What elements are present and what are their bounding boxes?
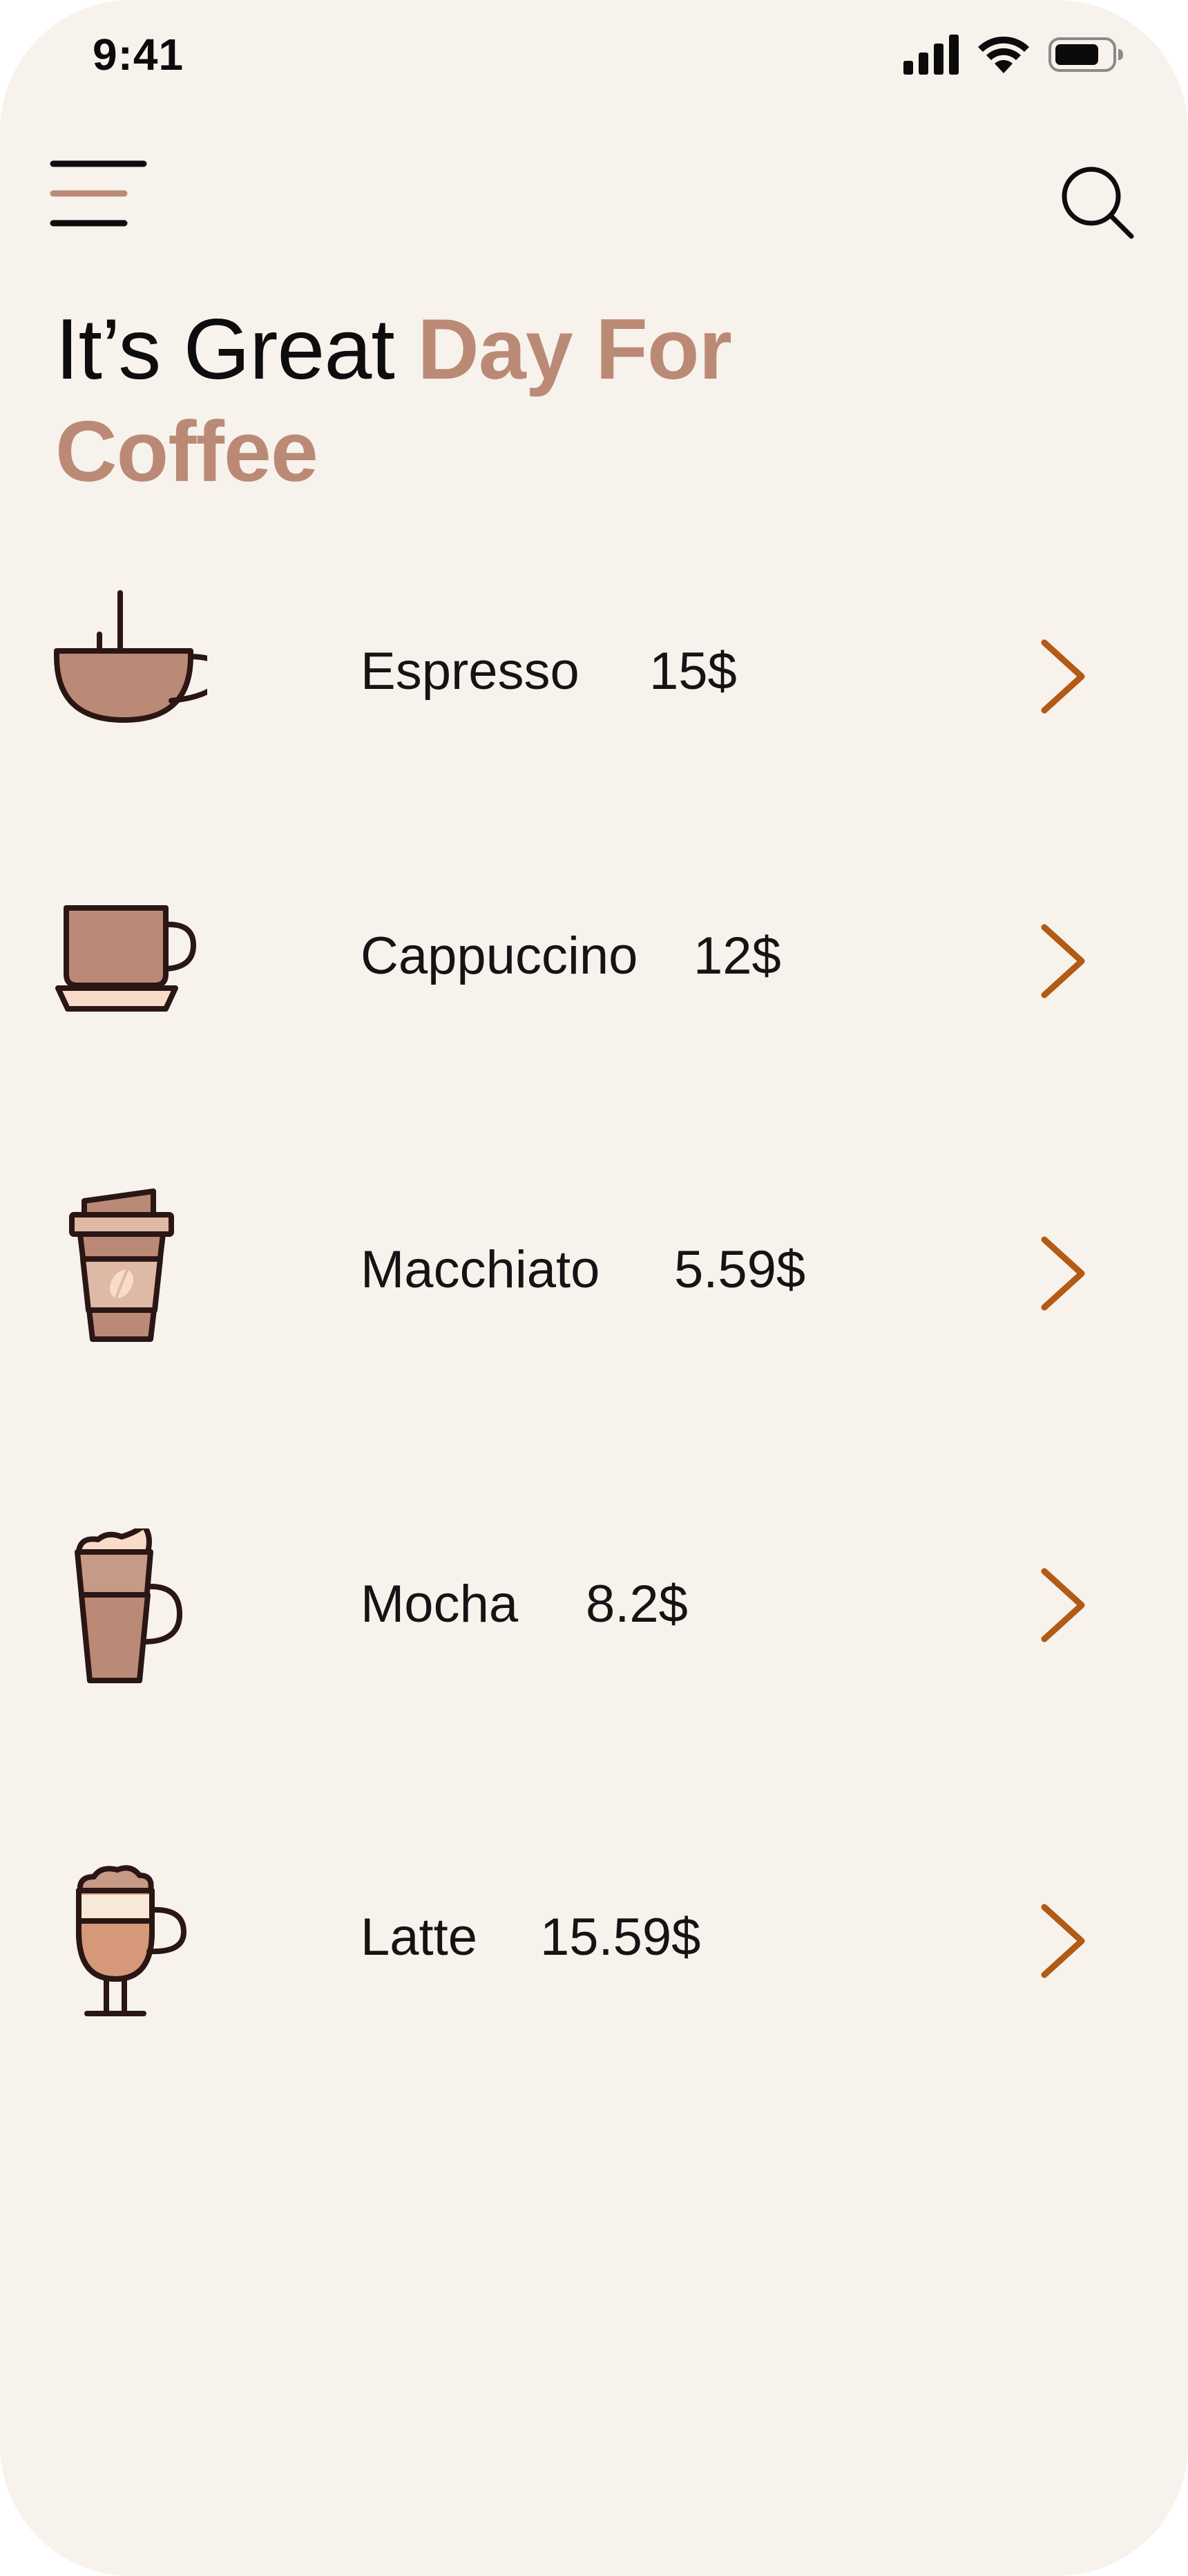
menu-item-name: Macchiato: [361, 1240, 600, 1299]
chevron-right-icon[interactable]: [1039, 1903, 1089, 1979]
menu-item-cappuccino[interactable]: Cappuccino 12$: [0, 871, 1188, 1050]
espresso-cup-icon: [54, 590, 207, 723]
status-icons: [903, 35, 1124, 75]
menu-item-price: 8.2$: [586, 1575, 688, 1633]
search-button[interactable]: [1057, 162, 1137, 242]
title-accent-line1: Day For: [417, 302, 732, 397]
chevron-right-icon[interactable]: [1039, 638, 1089, 714]
menu-item-price: 15.59$: [540, 1908, 701, 1967]
menu-item-name: Latte: [361, 1908, 478, 1967]
chevron-right-icon[interactable]: [1039, 1567, 1089, 1643]
menu-item-macchiato[interactable]: Macchiato 5.59$: [0, 1180, 1188, 1360]
cappuccino-cup-icon: [55, 905, 197, 1012]
hamburger-menu-icon: [50, 160, 147, 227]
menu-item-latte[interactable]: Latte 15.59$: [0, 1856, 1188, 2036]
title-accent-line2: Coffee: [55, 404, 318, 500]
search-icon: [1062, 167, 1134, 239]
menu-button[interactable]: [50, 158, 148, 229]
battery-icon: [1048, 37, 1123, 72]
takeaway-cup-icon: [69, 1188, 174, 1342]
phone-screen: 9:41 It’s Great Day For Coffee Espresso …: [0, 0, 1188, 2576]
menu-item-price: 12$: [693, 927, 781, 985]
menu-item-mocha[interactable]: Mocha 8.2$: [0, 1522, 1188, 1701]
status-time: 9:41: [93, 30, 184, 79]
chevron-right-icon[interactable]: [1039, 923, 1089, 999]
menu-item-espresso[interactable]: Espresso 15$: [0, 585, 1188, 764]
status-bar: 9:41: [0, 0, 1188, 117]
menu-item-name: Espresso: [361, 642, 579, 701]
menu-item-price: 5.59$: [674, 1240, 806, 1299]
chevron-right-icon[interactable]: [1039, 1235, 1089, 1311]
latte-glass-icon: [76, 1865, 187, 2016]
mocha-glass-icon: [75, 1528, 183, 1683]
menu-item-price: 15$: [649, 642, 737, 701]
menu-item-name: Cappuccino: [361, 927, 638, 985]
cellular-signal-icon: [903, 35, 959, 75]
menu-item-name: Mocha: [361, 1575, 519, 1633]
wifi-icon: [978, 36, 1029, 73]
page-title: It’s Great Day For Coffee: [55, 299, 1091, 503]
title-prefix: It’s Great: [55, 302, 418, 397]
